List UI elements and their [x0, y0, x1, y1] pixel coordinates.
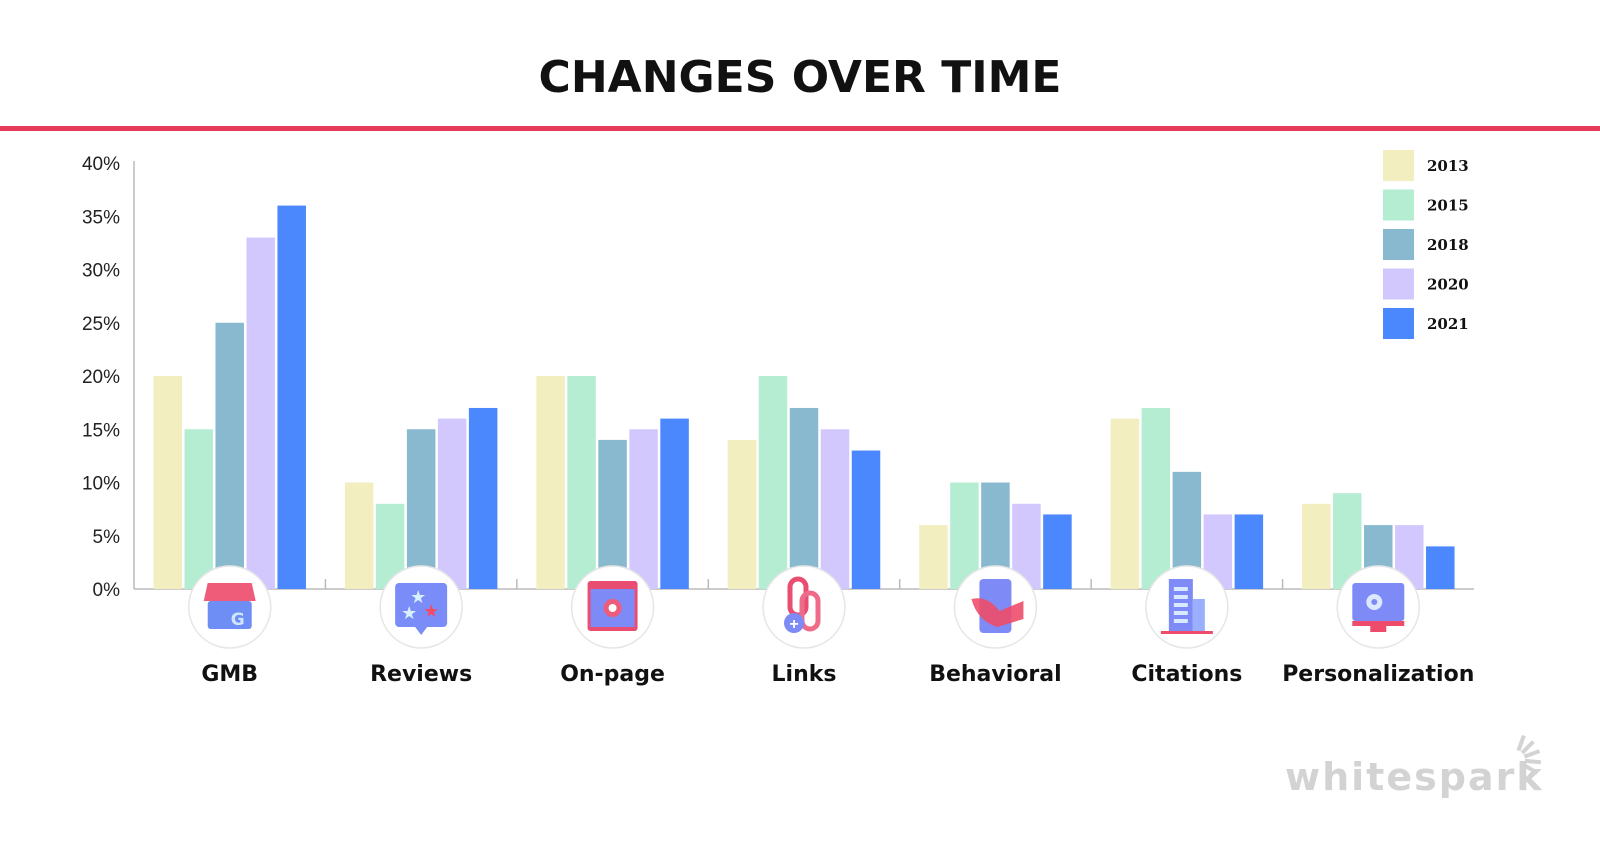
svg-text:+: +	[789, 616, 798, 633]
building-icon	[1145, 565, 1229, 649]
bar-links-2021	[851, 450, 881, 589]
y-tick-label: 25%	[82, 314, 120, 335]
category-label: On-page	[560, 662, 665, 687]
bar-gmb-2015	[184, 429, 213, 589]
bar-links-2018	[789, 407, 819, 589]
legend-item-2015: 2015	[1383, 189, 1469, 221]
category-label: Reviews	[370, 662, 472, 687]
svg-text:G: G	[231, 610, 245, 630]
storefront-icon: G	[187, 565, 272, 649]
bar-gmb-2013	[153, 376, 182, 589]
bar-on-page-2020	[629, 429, 658, 589]
legend-swatch	[1383, 150, 1414, 181]
bar-on-page-2015	[567, 376, 596, 589]
bar-citations-2021	[1234, 514, 1264, 589]
webpage-gear-icon	[570, 565, 655, 649]
bar-behavioral-2021	[1043, 514, 1072, 589]
bar-links-2020	[820, 429, 850, 589]
svg-text:★: ★	[401, 603, 417, 623]
category-label: Citations	[1131, 662, 1242, 687]
svg-text:★: ★	[423, 601, 439, 621]
bar-personalization-2021	[1426, 546, 1455, 589]
legend-label: 2021	[1427, 315, 1469, 333]
legend-label: 2015	[1427, 197, 1469, 215]
bar-reviews-2018	[406, 429, 436, 589]
legend-label: 2018	[1427, 236, 1469, 254]
bar-links-2015	[758, 376, 788, 589]
bar-gmb-2018	[215, 322, 244, 589]
bar-reviews-2013	[344, 482, 374, 589]
legend-item-2020: 2020	[1383, 268, 1469, 300]
bar-citations-2013	[1110, 418, 1140, 589]
legend-item-2021: 2021	[1383, 308, 1469, 339]
star-review-icon: ★★ ★	[379, 565, 463, 649]
category-label: Links	[772, 662, 837, 687]
bar-gmb-2020	[246, 237, 275, 590]
bar-links-2013	[727, 439, 757, 589]
bar-reviews-2020	[437, 418, 467, 589]
legend-item-2018: 2018	[1383, 229, 1469, 260]
brand-logo: whitespark	[1285, 755, 1544, 799]
bar-gmb-2021	[277, 205, 306, 589]
bar-on-page-2021	[660, 418, 689, 589]
category-label: Behavioral	[929, 662, 1061, 687]
legend-item-2013: 2013	[1383, 150, 1469, 181]
legend-swatch	[1383, 229, 1414, 260]
y-tick-label: 35%	[82, 207, 120, 228]
legend-swatch	[1383, 189, 1414, 221]
y-tick-label: 20%	[82, 367, 120, 388]
link-chain-icon: +	[762, 565, 846, 649]
y-tick-label: 15%	[82, 420, 120, 441]
y-tick-label: 5%	[93, 527, 121, 548]
bar-personalization-2013	[1302, 503, 1331, 589]
legend-label: 2013	[1427, 157, 1469, 175]
bar-on-page-2013	[536, 376, 565, 589]
y-tick-label: 10%	[82, 474, 120, 495]
smartphone-hand-icon	[953, 565, 1038, 649]
legend-swatch	[1383, 268, 1414, 300]
bar-behavioral-2013	[919, 525, 948, 589]
y-tick-label: 30%	[82, 261, 120, 282]
y-tick-label: 40%	[82, 154, 120, 175]
category-label: GMB	[201, 662, 258, 687]
y-tick-label: 0%	[93, 580, 121, 601]
monitor-gear-icon	[1336, 565, 1421, 649]
legend-label: 2020	[1427, 276, 1469, 294]
category-label: Personalization	[1282, 662, 1474, 687]
bar-citations-2015	[1141, 407, 1171, 589]
bar-reviews-2021	[468, 407, 498, 589]
bar-chart: 0%5%10%15%20%25%30%35%40% G★★ ★+ GMB Revie…	[82, 150, 1542, 775]
legend-swatch	[1383, 308, 1414, 339]
